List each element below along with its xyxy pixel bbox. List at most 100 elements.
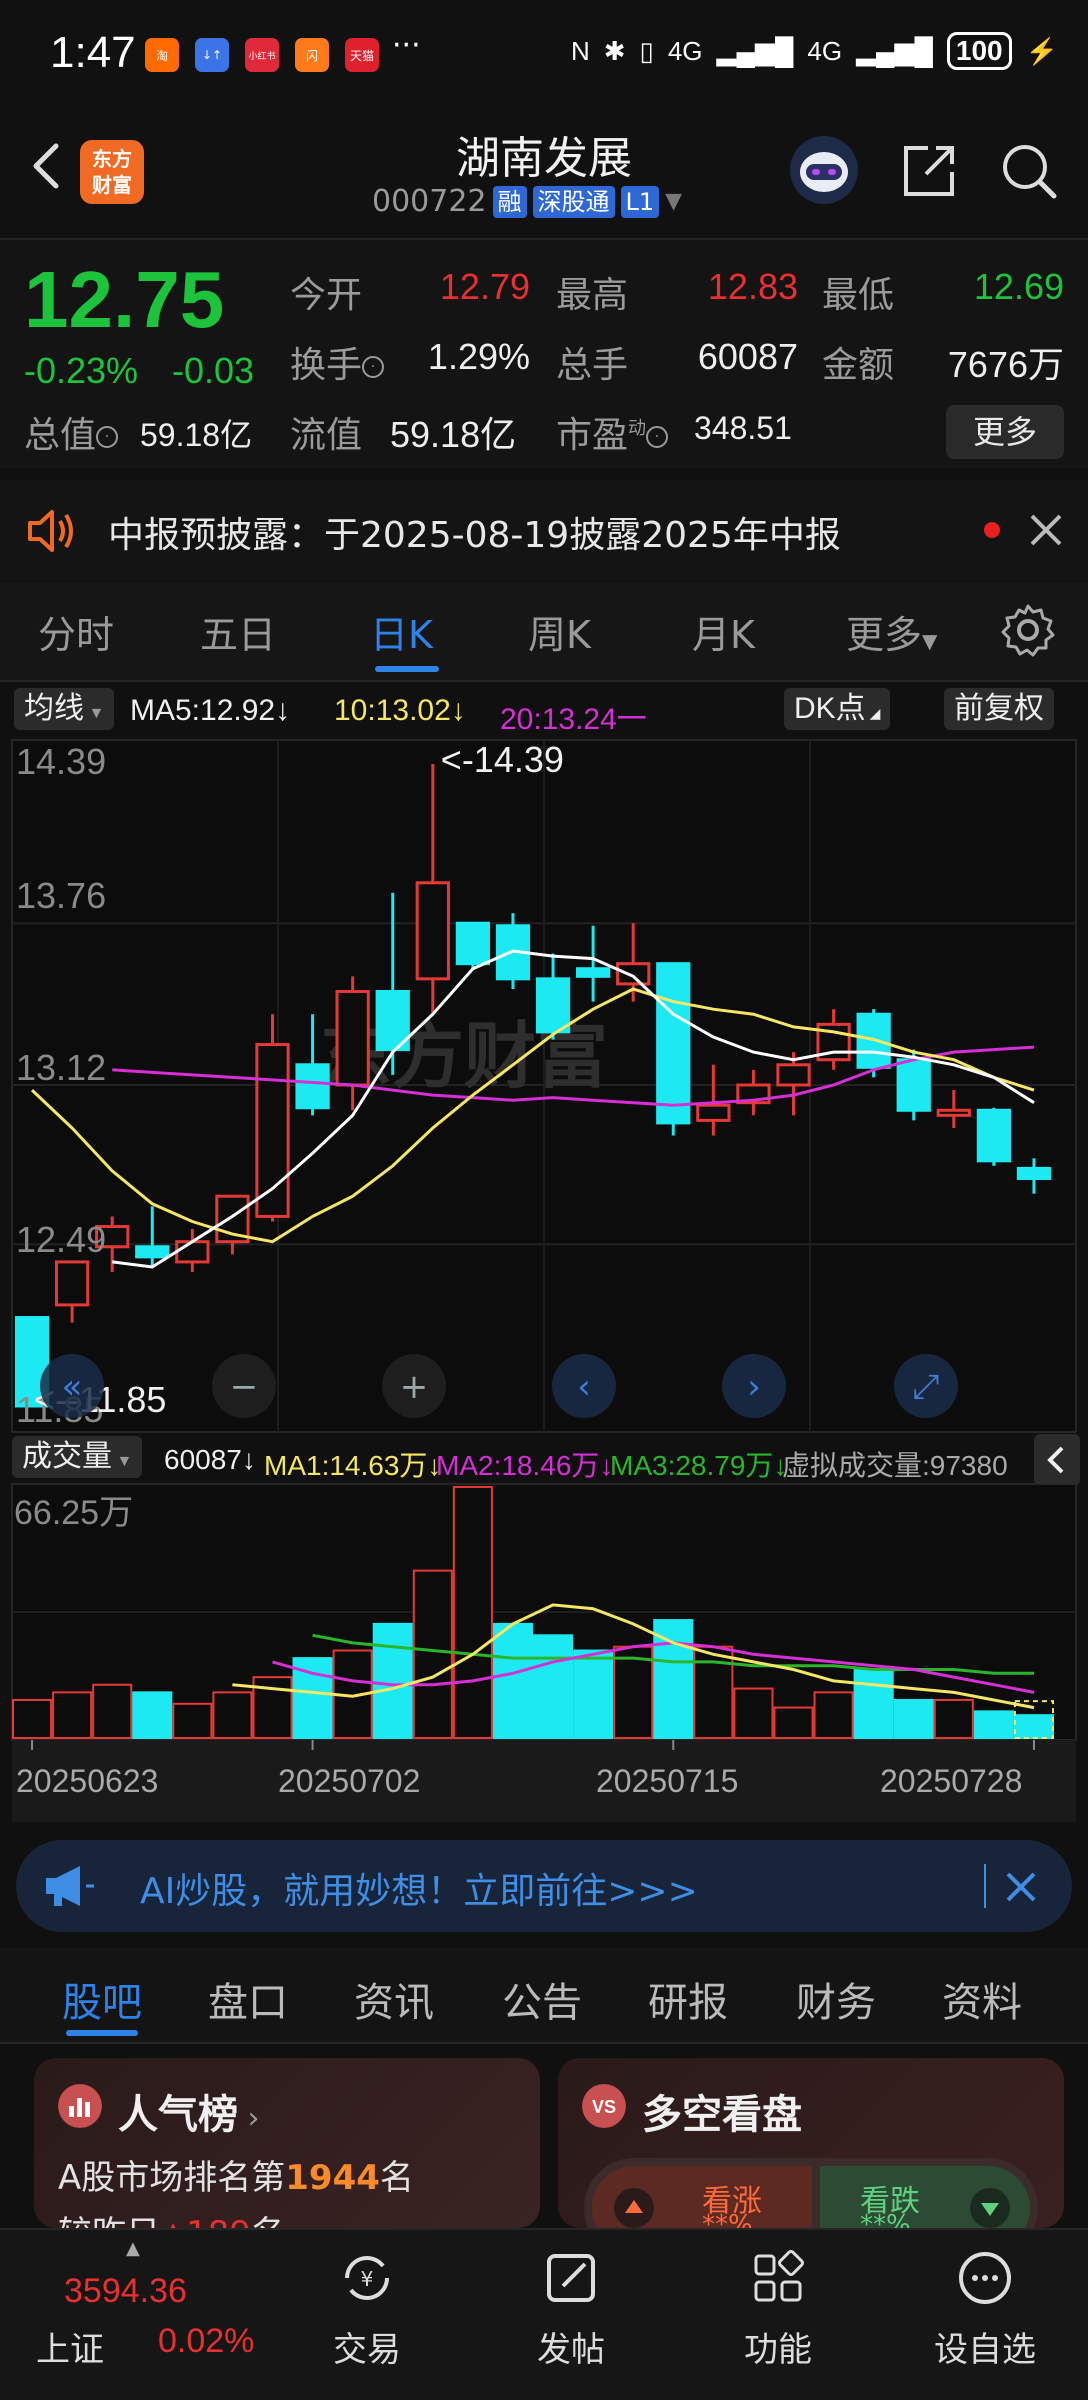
close-notice-icon[interactable]	[1028, 502, 1064, 558]
bottom-navigation: ▲ 3594.36 上证 0.02% ¥ 交易 发帖 功能 设自选	[0, 2228, 1088, 2400]
volume-bar	[132, 1691, 173, 1740]
tab-forum[interactable]: 股吧	[62, 1970, 142, 2028]
tab-profile[interactable]: 资料	[942, 1970, 1022, 2028]
volume-bar	[92, 1683, 133, 1740]
pe-label[interactable]: 市盈动 ·	[556, 406, 669, 458]
compare-prefix: 较昨日	[58, 2214, 160, 2228]
candle-body-up	[616, 962, 651, 986]
margin-tag: 融	[492, 185, 527, 218]
tab-weekly-k[interactable]: 周K	[528, 604, 591, 659]
next-icon[interactable]: ›	[722, 1354, 786, 1418]
volume-bar	[212, 1691, 253, 1740]
more-quote-button[interactable]: 更多	[946, 405, 1064, 459]
ai-promo-banner[interactable]: AI炒股，就用妙想！立即前往>>>	[16, 1840, 1072, 1932]
index-ticker[interactable]: ▲ 3594.36 上证 0.02%	[0, 2230, 290, 2400]
bull-bear-card[interactable]: VS 多空看盘 看涨 **% 看跌 **%	[558, 2058, 1064, 2228]
versus-icon: VS	[582, 2084, 626, 2128]
connect-tag: 深股通	[532, 185, 615, 218]
tab-daily-k[interactable]: 日K	[370, 604, 433, 659]
zoom-out-icon[interactable]: −	[212, 1354, 276, 1418]
volume-bar	[492, 1622, 533, 1739]
taobao-app-icon: 淘	[145, 38, 179, 72]
candle-body-down	[575, 967, 611, 978]
notice-bar[interactable]: 中报预披露：于2025-08-19披露2025年中报	[0, 480, 1088, 580]
active-tab-underline	[375, 666, 439, 672]
nav-functions[interactable]: 功能	[703, 2248, 853, 2371]
nav-post[interactable]: 发帖	[496, 2248, 646, 2371]
level-tag: L1	[620, 185, 660, 218]
indicator-selector[interactable]: 均线 ▼	[14, 688, 115, 730]
candle	[455, 921, 491, 969]
dk-point-button[interactable]: DK点 ◢	[784, 688, 891, 730]
candle-body-up	[175, 1240, 210, 1264]
amount-value: 7676万	[947, 344, 1064, 385]
settings-gear-icon[interactable]	[1000, 602, 1056, 658]
price-adjust-button[interactable]: 前复权	[944, 688, 1054, 730]
rewind-icon[interactable]: «	[40, 1354, 104, 1418]
robot-assistant-icon[interactable]	[788, 134, 860, 206]
fullscreen-icon[interactable]: ⤢	[894, 1354, 958, 1418]
candle-body-up	[415, 881, 450, 981]
open-label: 今开	[290, 275, 363, 316]
ma20-value: 20:13.24一	[500, 703, 647, 736]
megaphone-icon	[46, 1866, 94, 1906]
fullscreen-icon-glyph: ⤢	[912, 1367, 939, 1407]
bull-bear-title: 多空看盘	[642, 2092, 802, 2138]
tab-announcements[interactable]: 公告	[502, 1970, 582, 2028]
banner-divider	[984, 1864, 986, 1908]
search-icon[interactable]	[998, 140, 1060, 202]
mktcap-label[interactable]: 总值 ·	[24, 406, 119, 458]
volume-axis-label: 66.25万	[14, 1494, 133, 1532]
vote-down-button[interactable]: 看跌 **%	[820, 2166, 1030, 2228]
network-label-1: 4G	[667, 35, 703, 66]
xiaohongshu-app-icon: 小红书	[245, 38, 279, 72]
tab-order-book[interactable]: 盘口	[208, 1970, 288, 2028]
stock-code-line[interactable]: 000722 融 深股通 L1 ▼	[372, 184, 682, 219]
volume-bar	[813, 1691, 854, 1740]
bluetooth-icon: ✱	[603, 35, 626, 66]
nav-trade[interactable]: ¥ 交易	[292, 2248, 442, 2371]
info-icon[interactable]: ·	[96, 426, 119, 448]
svg-text:VS: VS	[592, 2097, 616, 2117]
ai-banner-text: AI炒股，就用妙想！立即前往>>>	[140, 1871, 698, 1912]
tab-intraday[interactable]: 分时	[38, 604, 114, 659]
turnover-label[interactable]: 换手 ·	[290, 336, 385, 388]
status-app-icons: 淘 ↓↑ 小红书闪天猫	[145, 38, 379, 72]
nav-watchlist[interactable]: 设自选	[910, 2248, 1060, 2371]
high-label: 最高	[556, 275, 629, 316]
tmall-app-icon: 天猫	[345, 38, 379, 72]
info-icon[interactable]: ·	[362, 356, 385, 378]
rank-up-icon: ▲	[160, 2214, 186, 2228]
zoom-in-icon[interactable]: +	[382, 1354, 446, 1418]
prev-icon[interactable]: ‹	[552, 1354, 616, 1418]
index-name: 上证	[36, 2330, 104, 2370]
close-banner-icon[interactable]	[996, 1862, 1046, 1912]
candle-body-down	[295, 1063, 330, 1110]
share-icon[interactable]	[898, 140, 960, 202]
price-axis-label: 13.12	[16, 1047, 106, 1088]
chevron-right-icon: ›	[238, 2101, 260, 2136]
open-value: 12.79	[439, 266, 530, 307]
tab-news[interactable]: 资讯	[354, 1970, 434, 2028]
candle-body-down	[135, 1245, 170, 1259]
battery-icon: 100	[946, 32, 1012, 70]
tab-monthly-k[interactable]: 月K	[692, 604, 755, 659]
float-label: 流值	[290, 415, 363, 456]
nfc-icon: N	[570, 35, 590, 66]
compare-suffix: 名	[251, 2214, 285, 2228]
vote-up-button[interactable]: 看涨 **%	[592, 2166, 812, 2228]
tab-research[interactable]: 研报	[648, 1970, 728, 2028]
date-label: 20250715	[596, 1763, 738, 1799]
kline-chart[interactable]: 东方财富 14.3913.7613.1212.4911.85<-14.39<--…	[0, 736, 1088, 1826]
index-percent: 0.02%	[158, 2322, 255, 2360]
popularity-card[interactable]: 人气榜 › A股市场排名第1944名 较昨日▲189名	[34, 2058, 540, 2228]
vote-up-percent: **%	[702, 2210, 753, 2228]
info-icon[interactable]: ·	[646, 426, 669, 448]
tab-five-day[interactable]: 五日	[200, 604, 276, 659]
tab-more[interactable]: 更多▼	[846, 604, 937, 659]
volume-bar	[12, 1698, 53, 1740]
dk-point-label: DK点	[794, 692, 866, 725]
price-axis-label: 12.49	[16, 1219, 106, 1260]
tab-finance[interactable]: 财务	[796, 1970, 876, 2028]
index-value: 3594.36	[64, 2272, 187, 2310]
